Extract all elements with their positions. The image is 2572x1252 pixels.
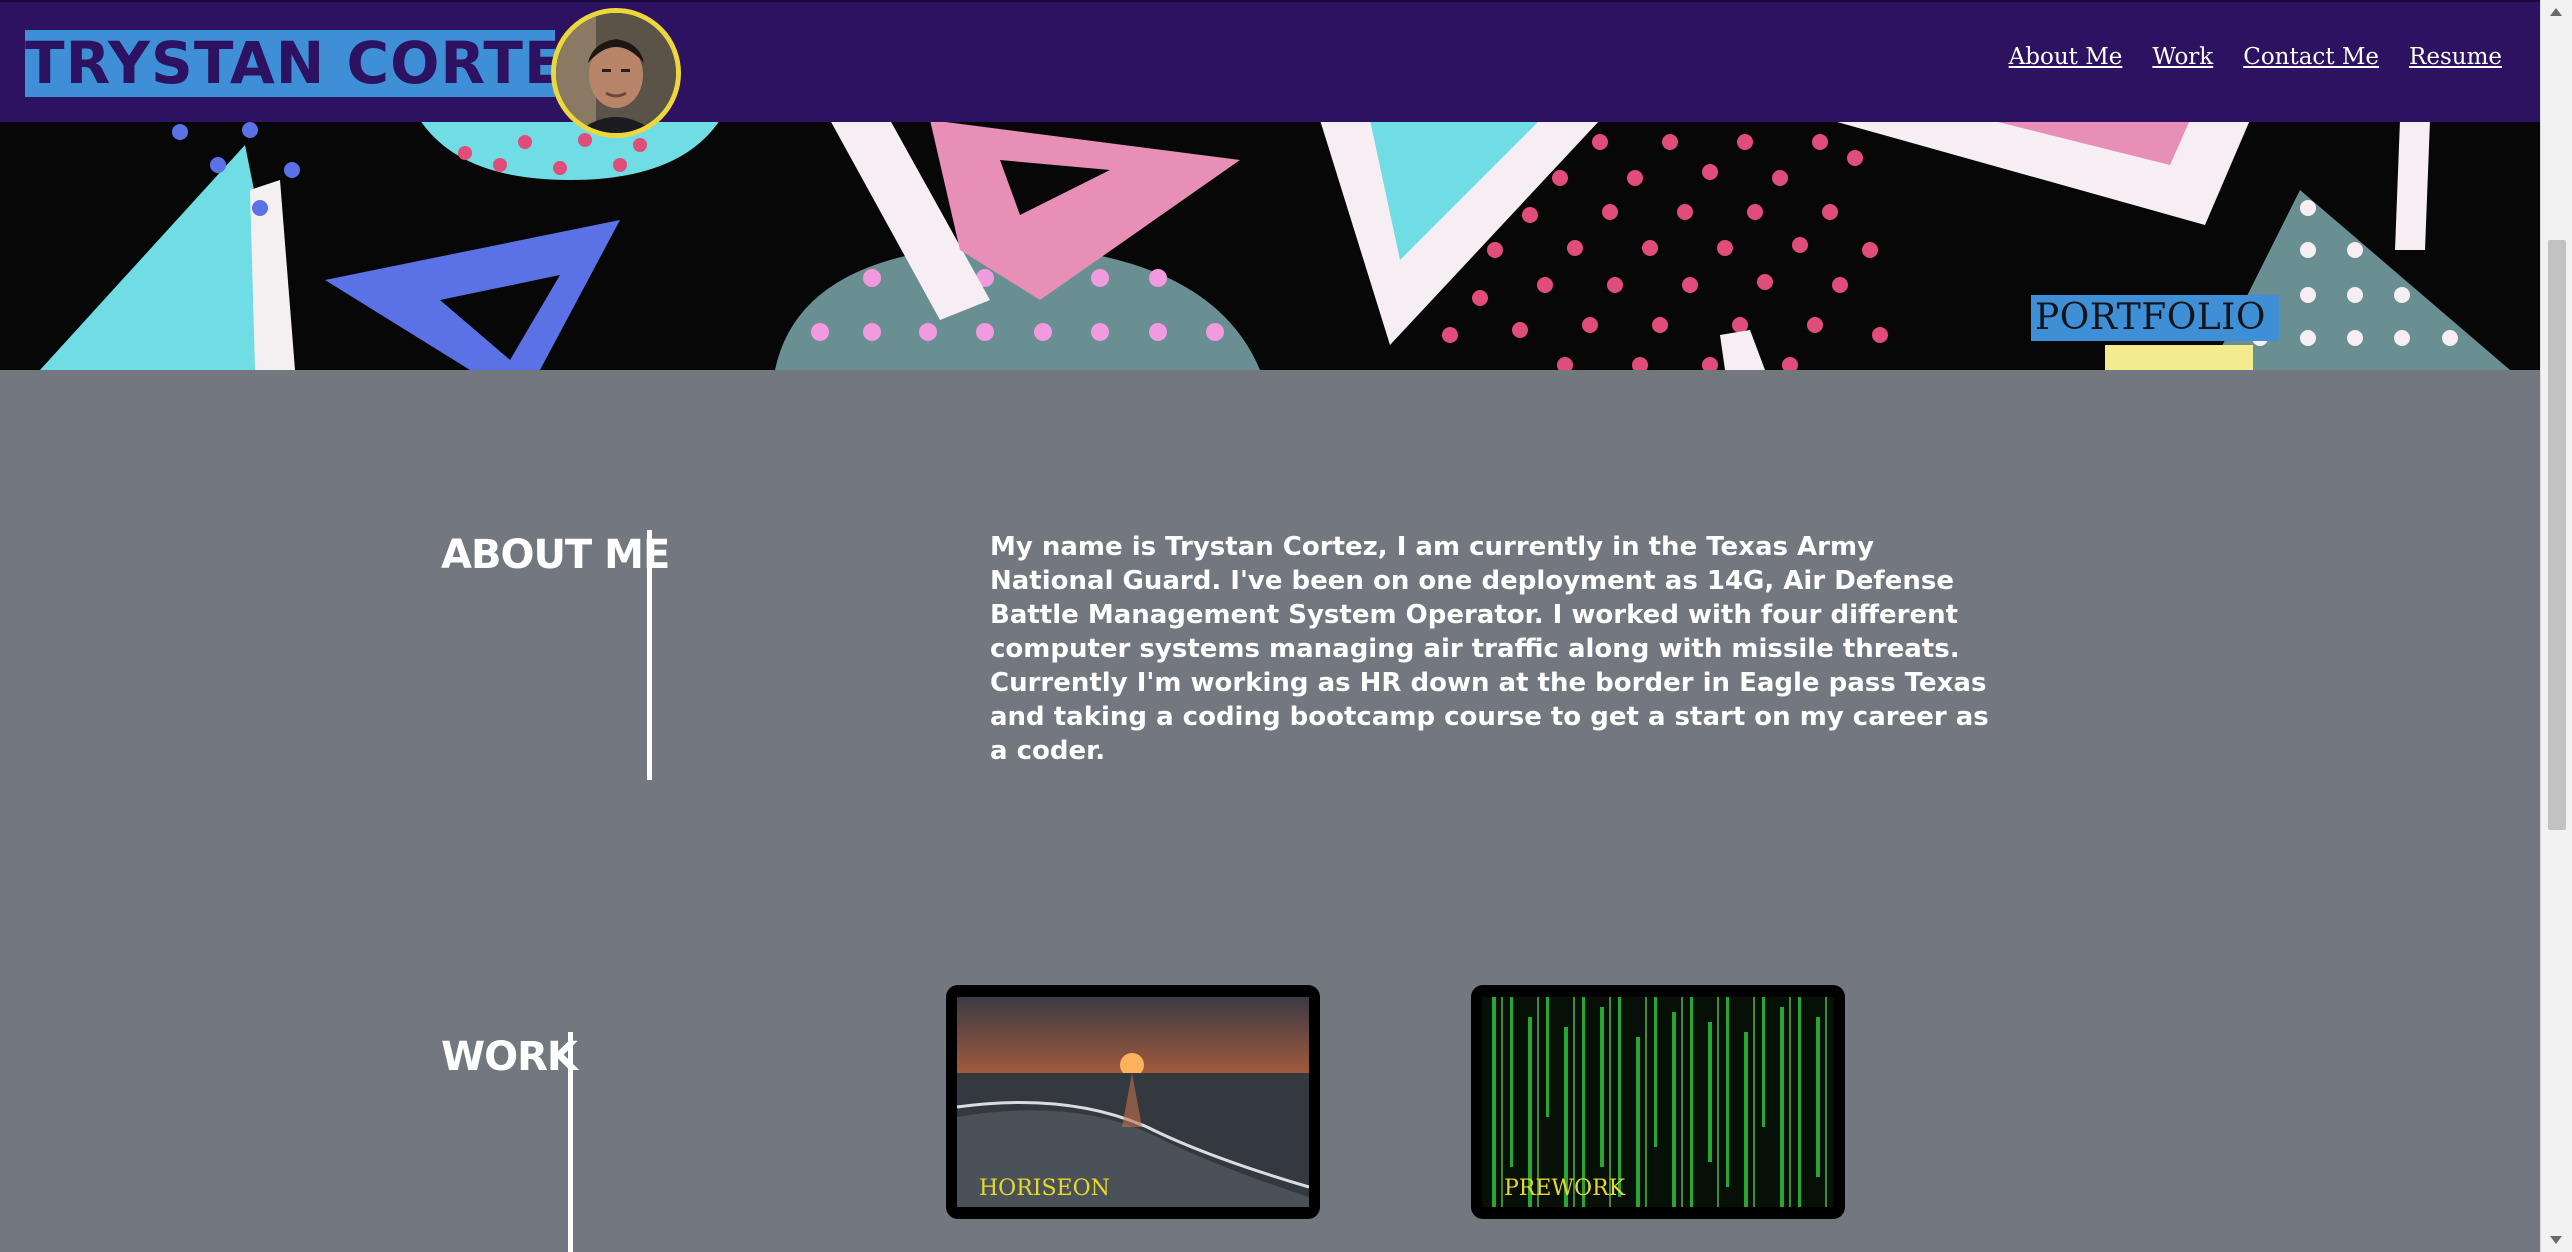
nav-contact-me[interactable]: Contact Me — [2243, 40, 2379, 74]
about-divider — [647, 530, 652, 780]
work-divider — [568, 1032, 573, 1252]
vertical-scrollbar[interactable] — [2540, 0, 2572, 1252]
scroll-thumb[interactable] — [2548, 240, 2566, 830]
project-card-horiseon[interactable]: HORISEON — [946, 985, 1320, 1219]
portfolio-badge: PORTFOLIO — [2031, 295, 2279, 341]
nav-resume[interactable]: Resume — [2409, 40, 2502, 74]
brand-block: TRYSTAN CORTEZ — [25, 29, 607, 97]
project-label-prework: PREWORK — [1504, 1176, 1626, 1201]
project-image-horiseon: HORISEON — [957, 997, 1309, 1207]
scroll-up-arrow-icon[interactable] — [2550, 8, 2562, 16]
site-title: TRYSTAN CORTEZ — [25, 29, 608, 97]
about-me-text: My name is Trystan Cortez, I am currentl… — [990, 532, 1989, 766]
nav-about-me[interactable]: About Me — [2009, 40, 2123, 74]
project-image-prework: PREWORK — [1482, 997, 1834, 1207]
page: TRYSTAN CORTEZ About Me Work Contact Me … — [0, 0, 2572, 1252]
avatar-photo — [556, 13, 676, 133]
portfolio-label: PORTFOLIO — [2035, 297, 2266, 338]
nav-work[interactable]: Work — [2152, 40, 2213, 74]
work-heading: WORK — [441, 1034, 578, 1080]
main-nav: About Me Work Contact Me Resume — [2009, 40, 2502, 74]
avatar — [551, 8, 681, 138]
hero-banner: PORTFOLIO — [0, 120, 2540, 370]
project-label-horiseon: HORISEON — [979, 1176, 1110, 1201]
scroll-down-arrow-icon[interactable] — [2550, 1236, 2562, 1244]
project-card-prework[interactable]: PREWORK — [1471, 985, 1845, 1219]
site-header: TRYSTAN CORTEZ About Me Work Contact Me … — [0, 0, 2540, 138]
about-me-heading: ABOUT ME — [441, 532, 670, 578]
